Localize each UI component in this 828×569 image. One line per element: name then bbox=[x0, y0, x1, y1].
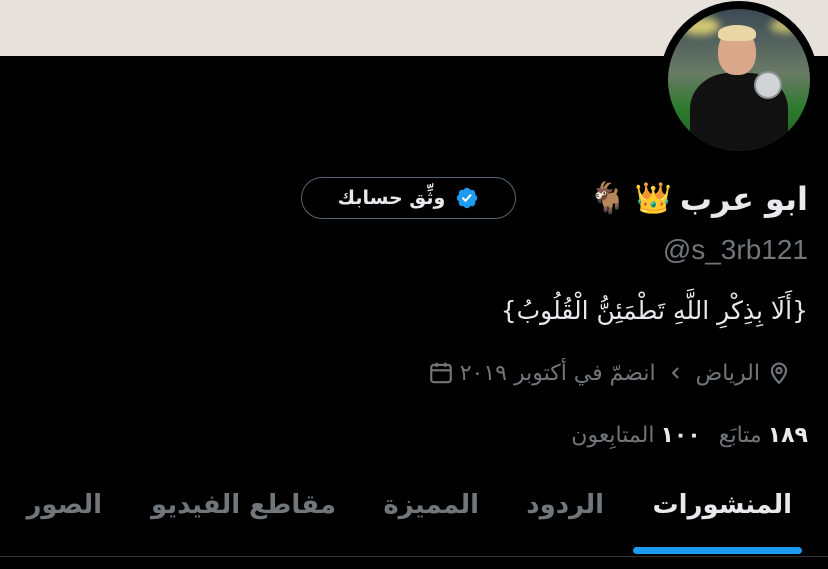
profile-tabs: المنشورات الردود المميزة مقاطع الفيديو ا… bbox=[0, 478, 828, 556]
join-date: انضمّ في أكتوبر ٢٠١٩ bbox=[428, 360, 656, 386]
follow-stats: ١٨٩ متابَع ١٠٠ المتابِعون bbox=[571, 417, 808, 453]
chevron-left-icon bbox=[671, 367, 679, 379]
calendar-icon bbox=[429, 362, 452, 384]
followers-link[interactable]: ١٠٠ المتابِعون bbox=[571, 423, 700, 448]
avatar[interactable] bbox=[660, 1, 818, 159]
verified-badge-icon bbox=[457, 187, 478, 209]
active-tab-indicator bbox=[633, 547, 802, 554]
join-date-text: انضمّ في أكتوبر ٢٠١٩ bbox=[459, 360, 656, 386]
display-name-row: ابو عرب 👑 🐐 bbox=[589, 174, 808, 224]
verify-account-button[interactable]: وثِّق حسابك bbox=[301, 177, 516, 219]
following-label: متابَع bbox=[718, 422, 762, 448]
tab-photos[interactable]: الصور bbox=[26, 490, 102, 520]
user-handle: @s_3rb121 bbox=[662, 234, 808, 265]
followers-label: المتابِعون bbox=[571, 422, 655, 448]
divider bbox=[0, 556, 828, 569]
profile-meta: الرياض انضمّ في أكتوبر ٢٠١٩ bbox=[428, 354, 792, 392]
tab-posts[interactable]: المنشورات bbox=[653, 490, 792, 520]
followers-count: ١٠٠ bbox=[660, 422, 701, 448]
avatar-photo bbox=[668, 9, 810, 151]
following-link[interactable]: ١٨٩ متابَع bbox=[719, 423, 808, 448]
location-pin-icon bbox=[770, 362, 788, 385]
tab-videos[interactable]: مقاطع الفيديو bbox=[151, 490, 336, 520]
location: الرياض bbox=[696, 360, 792, 386]
following-count: ١٨٩ bbox=[767, 422, 808, 448]
display-name: ابو عرب bbox=[679, 180, 808, 218]
goat-emoji: 🐐 bbox=[589, 181, 627, 216]
tab-replies[interactable]: الردود bbox=[526, 490, 604, 520]
location-text: الرياض bbox=[695, 360, 760, 386]
verify-button-label: وثِّق حسابك bbox=[337, 187, 446, 209]
tab-highlights[interactable]: المميزة bbox=[383, 490, 479, 520]
profile-bio: {أَلَا بِذِكْرِ اللَّهِ تَطْمَئِنُّ الْق… bbox=[500, 296, 808, 325]
crown-emoji: 👑 bbox=[634, 181, 672, 216]
